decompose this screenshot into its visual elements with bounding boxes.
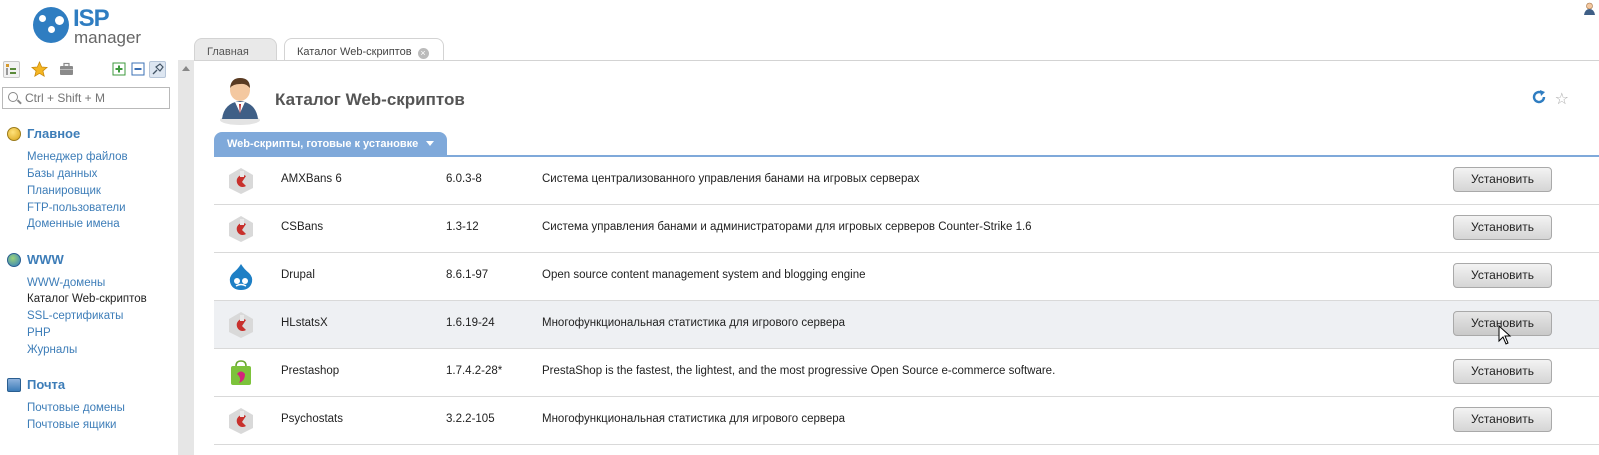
script-description: Многофункциональная статистика для игров…: [542, 317, 846, 329]
sidebar-item-databases[interactable]: Базы данных: [27, 168, 97, 180]
menu-search-input[interactable]: [25, 91, 165, 105]
dropdown-caret-icon: [426, 141, 435, 146]
install-button[interactable]: Установить: [1453, 215, 1552, 240]
sidebar-collapse-strip[interactable]: [178, 60, 194, 455]
collapse-all-icon[interactable]: [130, 61, 147, 78]
sidebar-item-php[interactable]: PHP: [27, 327, 51, 339]
game-icon: [228, 215, 254, 243]
expand-all-icon[interactable]: [111, 61, 128, 78]
sidebar-item-scheduler[interactable]: Планировщик: [27, 185, 101, 197]
section-main-title[interactable]: Главное: [7, 126, 80, 141]
script-name: AMXBans 6: [281, 173, 342, 185]
tab-home[interactable]: Главная: [194, 38, 277, 62]
sidebar-item-ssl-certificates[interactable]: SSL-сертификаты: [27, 310, 123, 322]
install-button[interactable]: Установить: [1453, 263, 1552, 288]
sidebar-item-file-manager[interactable]: Менеджер файлов: [27, 151, 128, 163]
logo-product: manager: [74, 28, 142, 47]
close-tab-icon[interactable]: ×: [417, 48, 429, 59]
script-description: Многофункциональная статистика для игров…: [542, 413, 846, 425]
script-description: Open source content management system an…: [542, 269, 866, 281]
refresh-icon[interactable]: [1531, 89, 1547, 105]
game-icon: [228, 311, 254, 339]
game-icon: [228, 407, 254, 435]
script-row[interactable]: HLstatsX 1.6.19-24 Многофункциональная с…: [214, 301, 1599, 349]
section-mail-title[interactable]: Почта: [7, 377, 65, 392]
page-title: Каталог Web-скриптов: [275, 90, 465, 109]
sidebar-item-mailboxes[interactable]: Почтовые ящики: [27, 419, 116, 431]
script-version: 1.3-12: [446, 221, 479, 233]
script-version: 6.0.3-8: [446, 173, 482, 185]
logo-mark-icon: [33, 7, 69, 43]
user-avatar-icon: [218, 73, 262, 125]
sidebar-item-domain-names[interactable]: Доменные имена: [27, 218, 120, 230]
search-icon: [8, 92, 18, 102]
install-button[interactable]: Установить: [1453, 407, 1552, 432]
script-name: Drupal: [281, 269, 315, 281]
favorites-star-icon[interactable]: [31, 61, 48, 78]
script-version: 8.6.1-97: [446, 269, 489, 281]
sidebar: ISP manager Главное Менеджер файлов Базы…: [0, 0, 178, 455]
script-name: Prestashop: [281, 365, 340, 377]
script-description: PrestaShop is the fastest, the lightest,…: [542, 365, 1056, 377]
game-icon: [228, 167, 254, 195]
shop-bag-icon: [228, 359, 254, 387]
briefcase-icon[interactable]: [58, 61, 75, 78]
main-content: Каталог Web-скриптов ☆ Web-скрипты, гото…: [194, 60, 1599, 455]
user-menu-icon[interactable]: [1583, 2, 1596, 16]
home-globe-icon: [7, 126, 21, 141]
sidebar-item-www-domains[interactable]: WWW-домены: [27, 277, 105, 289]
script-row[interactable]: CSBans 1.3-12 Система управления банами …: [214, 205, 1599, 253]
script-row[interactable]: AMXBans 6 6.0.3-8 Система централизованн…: [214, 157, 1599, 205]
script-row[interactable]: Psychostats 3.2.2-105 Многофункциональна…: [214, 397, 1599, 445]
tree-view-icon[interactable]: [3, 61, 20, 78]
install-button[interactable]: Установить: [1453, 359, 1552, 384]
script-description: Система управления банами и администрато…: [542, 221, 1032, 233]
sidebar-item-web-scripts-catalog[interactable]: Каталог Web-скриптов: [27, 293, 147, 305]
script-version: 1.6.19-24: [446, 317, 495, 329]
script-description: Система централизованного управления бан…: [542, 173, 920, 185]
script-version: 3.2.2-105: [446, 413, 495, 425]
section-www-title[interactable]: WWW: [7, 252, 64, 267]
script-name: Psychostats: [281, 413, 343, 425]
mail-icon: [7, 377, 21, 392]
scripts-list: AMXBans 6 6.0.3-8 Система централизованн…: [214, 157, 1599, 445]
mouse-cursor-icon: [1498, 325, 1512, 345]
install-button[interactable]: Установить: [1453, 167, 1552, 192]
ispmanager-logo[interactable]: ISP manager: [33, 5, 143, 47]
sidebar-item-logs[interactable]: Журналы: [27, 344, 77, 356]
script-version: 1.7.4.2-28*: [446, 365, 503, 377]
script-name: CSBans: [281, 221, 324, 233]
favorite-star-icon[interactable]: ☆: [1555, 89, 1569, 109]
drupal-icon: [228, 263, 254, 291]
subtab-ready-scripts[interactable]: Web-скрипты, готовые к установке: [214, 132, 448, 156]
sidebar-item-ftp-users[interactable]: FTP-пользователи: [27, 202, 126, 214]
scroll-up-arrow-icon[interactable]: [182, 66, 190, 71]
script-name: HLstatsX: [281, 317, 328, 329]
globe-icon: [7, 252, 21, 267]
script-row[interactable]: Prestashop 1.7.4.2-28* PrestaShop is the…: [214, 349, 1599, 397]
menu-search-field[interactable]: [2, 87, 170, 109]
tab-bar: Главная Каталог Web-скриптов ×: [194, 36, 1599, 63]
sidebar-toolbar: [0, 60, 178, 80]
pin-icon[interactable]: [149, 61, 166, 78]
sidebar-item-mail-domains[interactable]: Почтовые домены: [27, 402, 125, 414]
script-row[interactable]: Drupal 8.6.1-97 Open source content mana…: [214, 253, 1599, 301]
